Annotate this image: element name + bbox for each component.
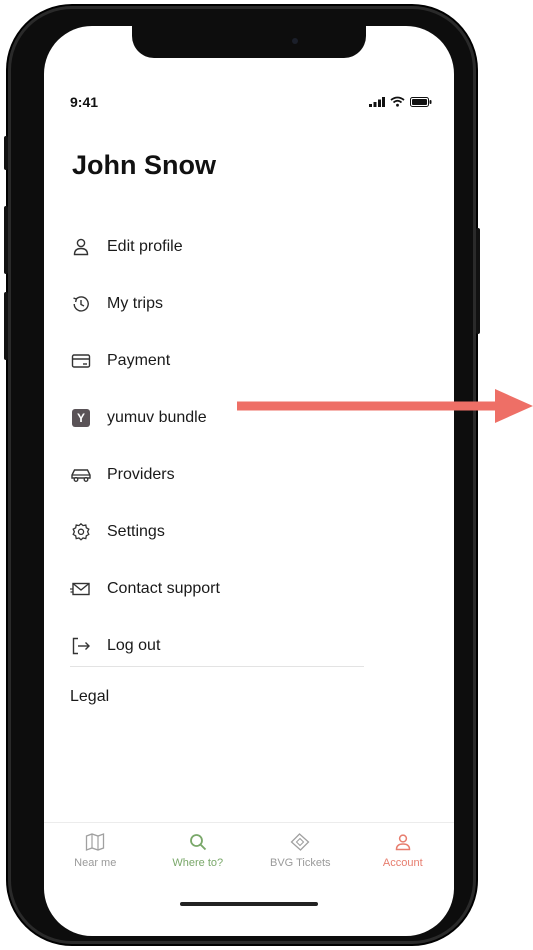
menu-item-label: Providers [107, 465, 175, 483]
bottom-tab-bar: Near me Where to? BVG Tickets Account [44, 822, 454, 881]
logout-icon [70, 635, 92, 657]
tab-label: Where to? [172, 857, 224, 869]
legal-link[interactable]: Legal [70, 688, 109, 706]
menu-item-settings[interactable]: Settings [70, 503, 370, 560]
menu-item-providers[interactable]: Providers [70, 446, 370, 503]
tab-account[interactable]: Account [352, 823, 455, 881]
tab-bvg-tickets[interactable]: BVG Tickets [249, 823, 352, 881]
yumuv-badge: Y [72, 408, 90, 427]
tab-label: Near me [74, 857, 117, 869]
home-indicator [180, 902, 318, 906]
phone-frame: 9:41 John Snow Edit profile My trips Pay… [4, 6, 480, 944]
gear-icon [70, 521, 92, 543]
power-button [476, 228, 480, 334]
ticket-icon [290, 833, 310, 851]
profile-name: John Snow [72, 150, 216, 180]
menu-item-label: Settings [107, 522, 165, 540]
menu-item-label: Edit profile [107, 237, 183, 255]
tab-where-to[interactable]: Where to? [147, 823, 250, 881]
menu-item-payment[interactable]: Payment [70, 332, 370, 389]
status-icons [369, 96, 432, 107]
wifi-icon [390, 96, 405, 107]
status-time: 9:41 [70, 94, 99, 110]
yumuv-logo-icon: Y [70, 407, 92, 429]
person-icon [70, 236, 92, 258]
card-icon [70, 350, 92, 372]
volume-down-button [4, 292, 8, 360]
map-icon [86, 833, 105, 851]
menu-divider [70, 666, 364, 667]
volume-up-button [4, 206, 8, 274]
mail-icon [70, 578, 92, 600]
account-menu: Edit profile My trips Payment Y yumuv bu… [70, 218, 370, 674]
phone-screen: 9:41 John Snow Edit profile My trips Pay… [44, 26, 454, 936]
notch [132, 26, 366, 58]
tab-label: BVG Tickets [269, 857, 331, 869]
menu-item-edit-profile[interactable]: Edit profile [70, 218, 370, 275]
tab-near-me[interactable]: Near me [44, 823, 147, 881]
menu-item-contact-support[interactable]: Contact support [70, 560, 370, 617]
camera-icon [292, 38, 298, 44]
menu-item-label: yumuv bundle [107, 408, 207, 426]
menu-item-label: Log out [107, 636, 161, 654]
menu-item-my-trips[interactable]: My trips [70, 275, 370, 332]
pointer-arrow-icon [237, 389, 533, 423]
menu-item-label: My trips [107, 294, 163, 312]
person-icon [395, 834, 411, 851]
mute-switch [4, 136, 8, 170]
car-icon [70, 464, 92, 486]
battery-icon [410, 96, 432, 107]
tab-label: Account [382, 857, 423, 869]
menu-item-label: Payment [107, 351, 171, 369]
menu-item-label: Contact support [107, 579, 220, 597]
search-icon [189, 834, 206, 851]
history-icon [70, 293, 92, 315]
signal-icon [369, 96, 385, 107]
